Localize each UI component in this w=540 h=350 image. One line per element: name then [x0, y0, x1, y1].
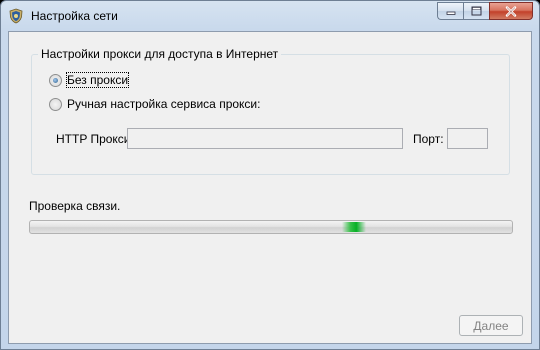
title-bar[interactable]: Настройка сети: [1, 1, 539, 31]
manual-proxy-option[interactable]: Ручная настройка сервиса прокси:: [49, 97, 260, 111]
settings-window: Настройка сети Настройки прокси для дост…: [0, 0, 540, 350]
connection-progress-bar: [29, 220, 513, 234]
port-label: Порт:: [413, 132, 444, 146]
window-title: Настройка сети: [31, 9, 118, 23]
minimize-icon: [446, 11, 455, 15]
no-proxy-option[interactable]: Без прокси: [49, 72, 130, 88]
port-input[interactable]: [447, 128, 488, 149]
manual-proxy-label[interactable]: Ручная настройка сервиса прокси:: [67, 97, 260, 111]
proxy-group-title: Настройки прокси для доступа в Интернет: [38, 47, 282, 61]
no-proxy-label[interactable]: Без прокси: [65, 72, 130, 88]
maximize-button[interactable]: [463, 2, 489, 20]
close-icon: [505, 5, 517, 17]
minimize-button[interactable]: [437, 2, 463, 20]
http-proxy-input[interactable]: [127, 128, 403, 149]
http-proxy-label: HTTP Прокси:: [56, 132, 134, 146]
close-button[interactable]: [489, 2, 533, 20]
progress-marquee: [342, 222, 366, 232]
proxy-settings-group: Настройки прокси для доступа в Интернет …: [31, 47, 510, 175]
manual-proxy-radio[interactable]: [49, 97, 62, 111]
client-area: Настройки прокси для доступа в Интернет …: [8, 31, 532, 344]
window-controls: [437, 2, 533, 21]
no-proxy-radio[interactable]: [49, 73, 62, 87]
connection-status-label: Проверка связи.: [29, 199, 121, 213]
maximize-icon: [471, 6, 482, 16]
next-button[interactable]: Далее: [459, 315, 523, 336]
shield-app-icon: [9, 8, 23, 24]
